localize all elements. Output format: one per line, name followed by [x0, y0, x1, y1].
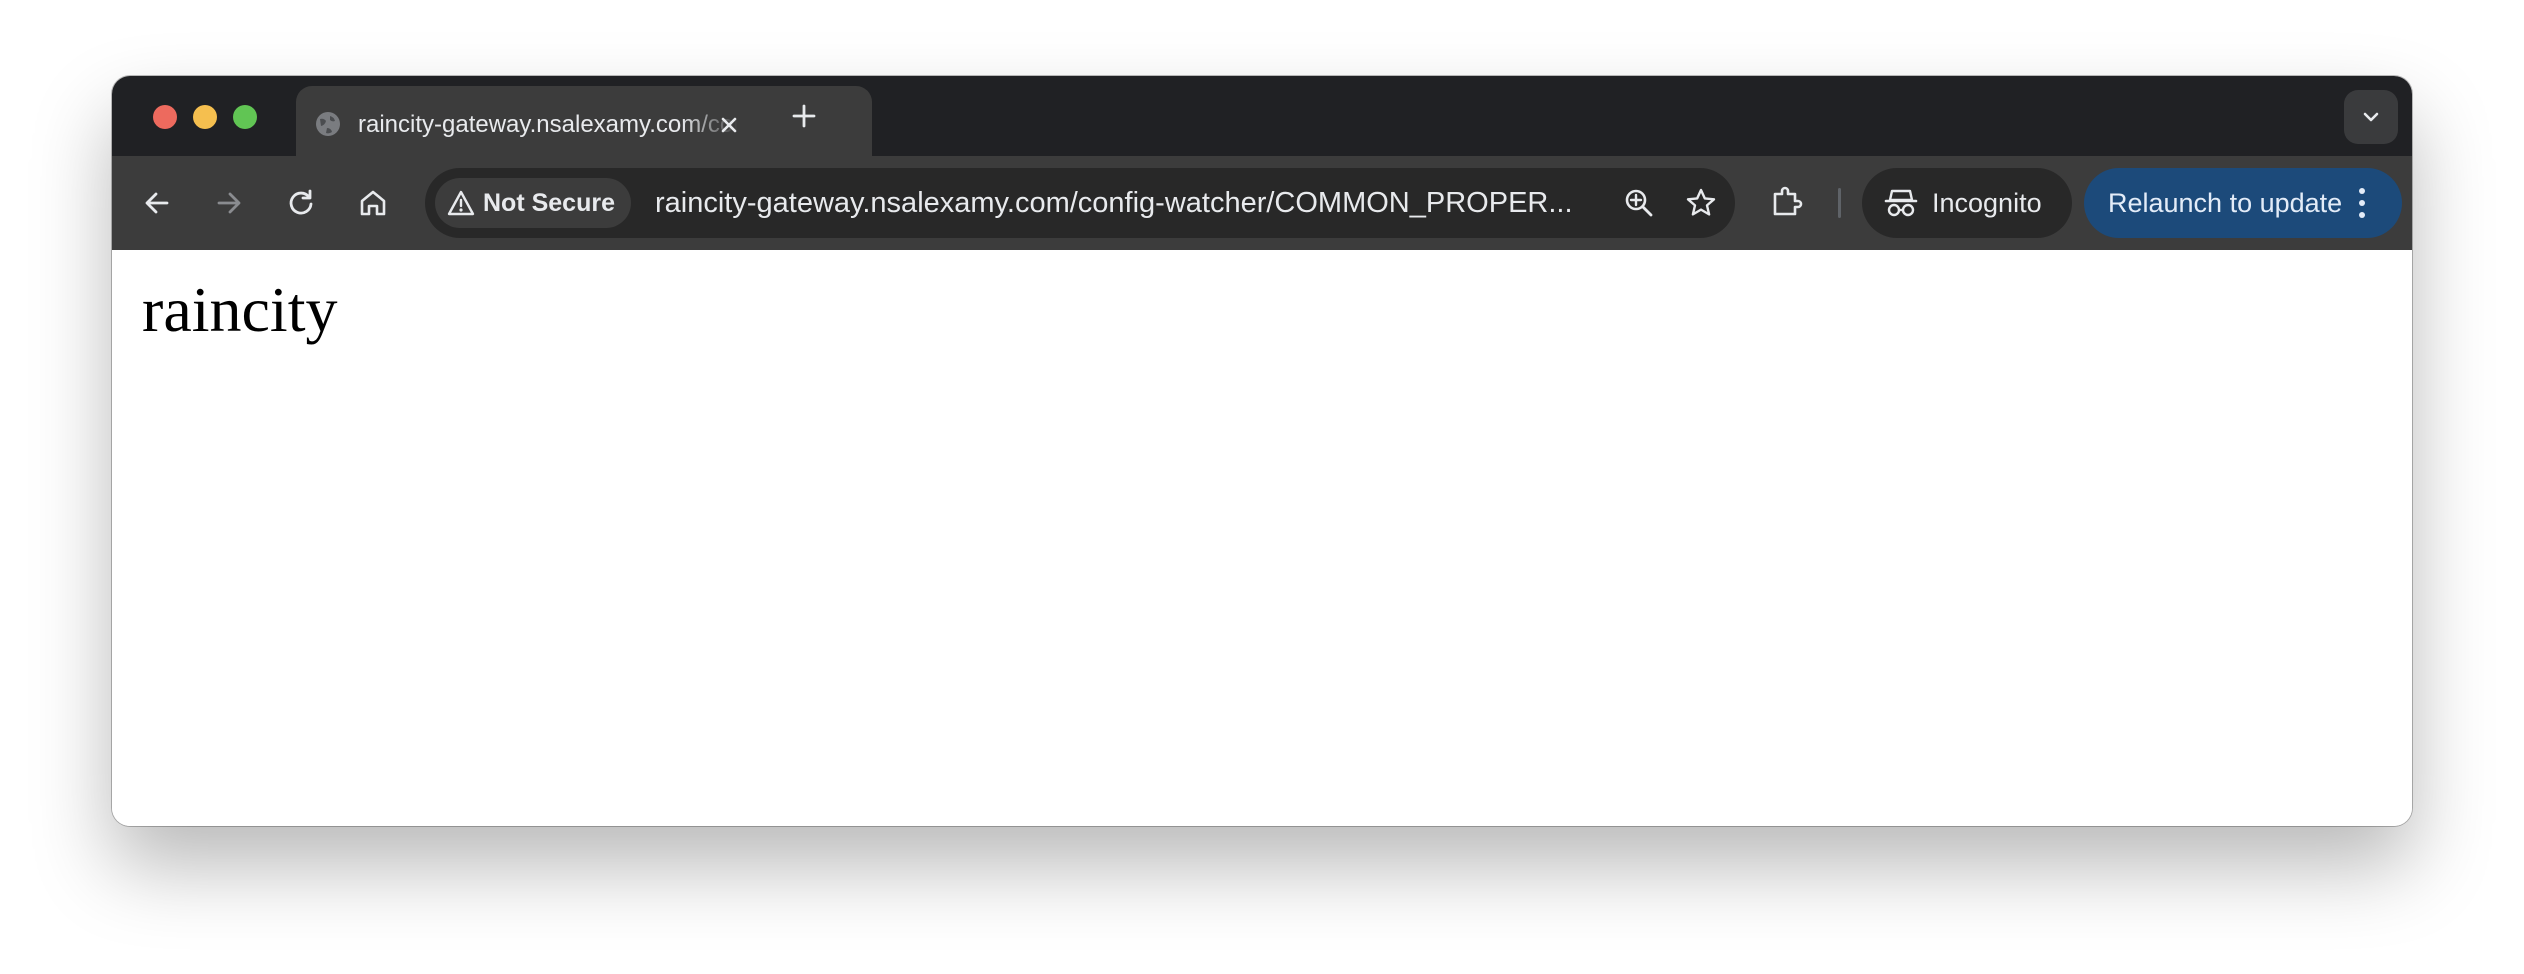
incognito-icon [1884, 189, 1918, 217]
address-bar[interactable]: Not Secure raincity-gateway.nsalexamy.co… [425, 168, 1735, 238]
puzzle-icon[interactable] [1766, 182, 1806, 222]
browser-window: raincity-gateway.nsalexamy.com/config-wa… [112, 76, 2412, 826]
desktop-background: raincity-gateway.nsalexamy.com/config-wa… [0, 0, 2524, 974]
url-text[interactable]: raincity-gateway.nsalexamy.com/config-wa… [655, 168, 1595, 238]
page-content: raincity [112, 250, 2412, 826]
tab-search-button[interactable] [2344, 90, 2398, 144]
home-button[interactable] [352, 182, 394, 224]
tab-title: raincity-gateway.nsalexamy.com/config-wa… [358, 111, 738, 138]
toolbar-divider [1838, 188, 1841, 218]
forward-arrow-icon [217, 192, 241, 214]
reload-button[interactable] [280, 182, 322, 224]
security-chip[interactable]: Not Secure [435, 178, 631, 228]
page-heading: raincity [142, 274, 338, 345]
back-arrow-icon [145, 192, 169, 214]
kebab-menu-icon[interactable] [2356, 185, 2368, 221]
zoom-window-button[interactable] [233, 105, 257, 129]
chevron-down-icon [2363, 112, 2379, 122]
reload-icon [289, 189, 313, 215]
incognito-label: Incognito [1932, 188, 2042, 218]
forward-button[interactable] [208, 182, 250, 224]
tab-strip: raincity-gateway.nsalexamy.com/config-wa… [112, 76, 2412, 156]
toolbar: Not Secure raincity-gateway.nsalexamy.co… [112, 156, 2412, 250]
security-chip-label: Not Secure [483, 189, 615, 217]
close-window-button[interactable] [153, 105, 177, 129]
incognito-button[interactable]: Incognito [1862, 168, 2072, 238]
globe-icon [316, 112, 340, 136]
minimize-window-button[interactable] [193, 105, 217, 129]
zoom-icon[interactable] [1621, 185, 1657, 221]
home-icon [360, 190, 386, 216]
close-icon[interactable] [714, 110, 744, 140]
plus-icon[interactable] [786, 98, 822, 134]
relaunch-label: Relaunch to update [2108, 188, 2343, 218]
relaunch-to-update-button[interactable]: Relaunch to update [2084, 168, 2402, 238]
back-button[interactable] [136, 182, 178, 224]
star-icon[interactable] [1683, 185, 1719, 221]
warning-icon [447, 190, 475, 216]
